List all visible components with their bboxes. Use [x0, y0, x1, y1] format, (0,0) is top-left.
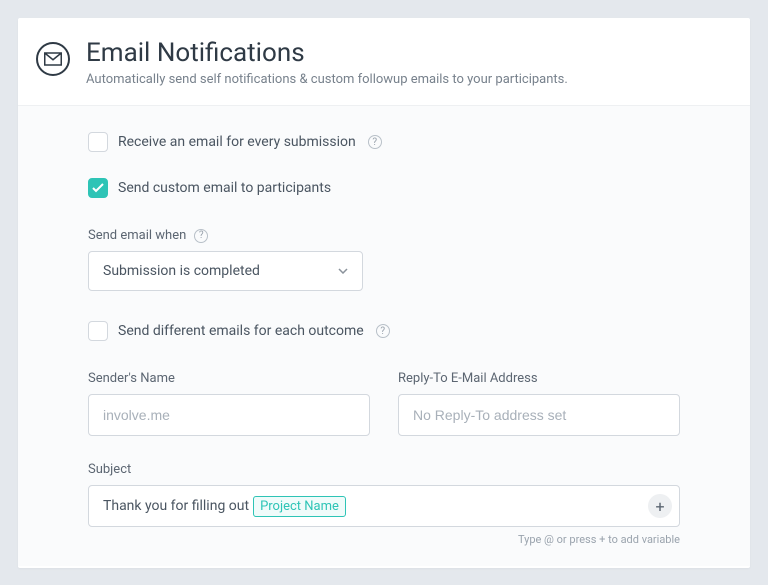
page-subtitle: Automatically send self notifications & … — [86, 72, 568, 87]
option-send-custom: Send custom email to participants — [88, 178, 680, 198]
different-outcome-label: Send different emails for each outcome — [118, 323, 364, 339]
option-receive-every: Receive an email for every submission ? — [88, 132, 680, 152]
help-icon[interactable]: ? — [194, 229, 208, 243]
reply-to-input[interactable] — [398, 394, 680, 436]
receive-every-checkbox[interactable] — [88, 132, 108, 152]
reply-to-label: Reply-To E-Mail Address — [398, 371, 680, 386]
subject-field: Thank you for filling out Project Name + — [88, 485, 680, 527]
sender-row: Sender's Name Reply-To E-Mail Address — [88, 371, 680, 436]
sender-name-input[interactable] — [88, 394, 370, 436]
variable-hint: Type @ or press + to add variable — [88, 533, 680, 546]
send-custom-label: Send custom email to participants — [118, 180, 331, 196]
trigger-value: Submission is completed — [103, 263, 260, 279]
different-outcome-checkbox[interactable] — [88, 321, 108, 341]
settings-panel: Email Notifications Automatically send s… — [18, 18, 750, 568]
variable-pill[interactable]: Project Name — [253, 496, 346, 517]
reply-to-col: Reply-To E-Mail Address — [398, 371, 680, 436]
subject-input[interactable]: Thank you for filling out Project Name — [88, 485, 680, 527]
help-icon[interactable]: ? — [368, 135, 382, 149]
panel-body: Receive an email for every submission ? … — [18, 106, 750, 566]
receive-every-label: Receive an email for every submission — [118, 134, 356, 150]
option-different-outcome: Send different emails for each outcome ? — [88, 321, 680, 341]
sender-name-col: Sender's Name — [88, 371, 370, 436]
sender-name-label: Sender's Name — [88, 371, 370, 386]
trigger-select[interactable]: Submission is completed — [88, 251, 363, 291]
header-text: Email Notifications Automatically send s… — [86, 38, 568, 87]
trigger-label: Send email when ? — [88, 228, 680, 243]
send-custom-checkbox[interactable] — [88, 178, 108, 198]
add-variable-button[interactable]: + — [648, 494, 672, 518]
page-title: Email Notifications — [86, 38, 568, 68]
subject-label: Subject — [88, 462, 680, 477]
mail-icon — [36, 42, 70, 76]
help-icon[interactable]: ? — [376, 324, 390, 338]
chevron-down-icon — [338, 266, 348, 276]
panel-header: Email Notifications Automatically send s… — [18, 18, 750, 106]
subject-text: Thank you for filling out — [103, 498, 249, 514]
